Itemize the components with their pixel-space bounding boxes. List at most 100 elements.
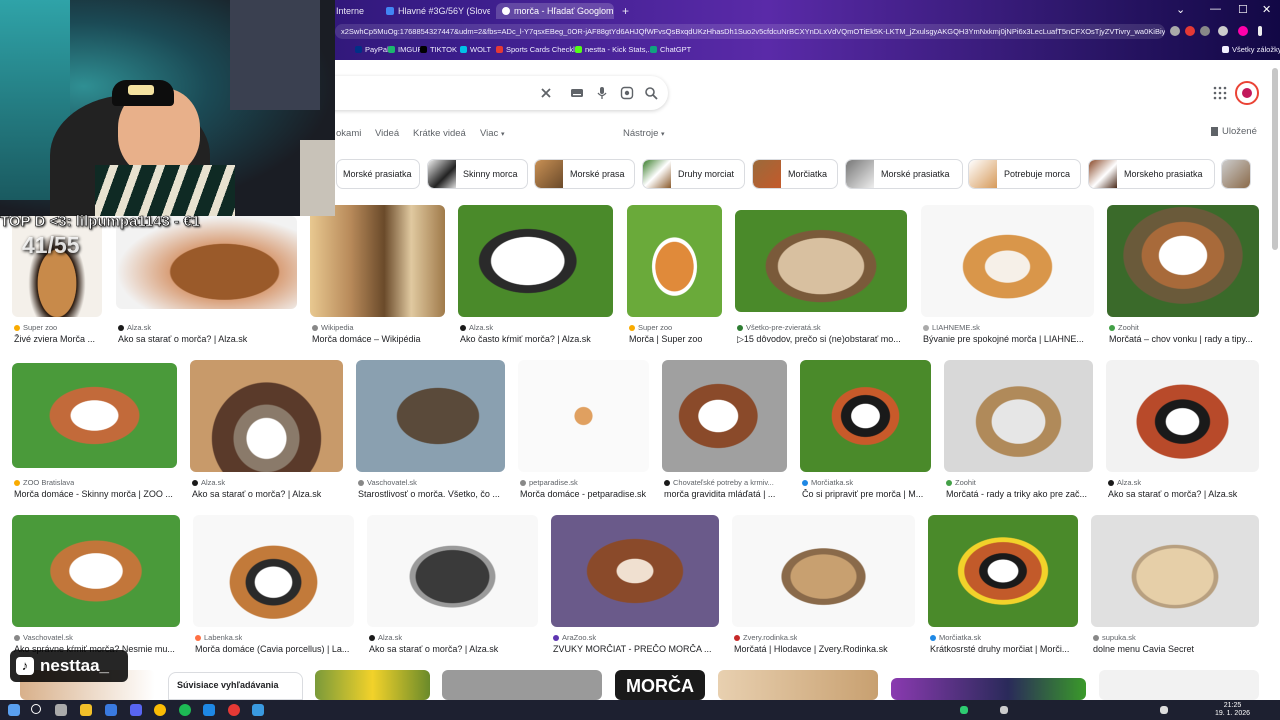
result-title[interactable]: Morča domáce (Cavia porcellus) | La... xyxy=(195,644,355,654)
result-image[interactable] xyxy=(1107,205,1259,317)
tab-more[interactable]: Viac ▾ xyxy=(480,128,504,139)
result-image[interactable] xyxy=(193,515,354,627)
result-image[interactable] xyxy=(944,360,1093,472)
result-source[interactable]: Alza.sk xyxy=(369,633,402,642)
chip-2[interactable]: Morské prasa xyxy=(534,159,635,189)
result-title[interactable]: Morčatá – chov vonku | rady a tipy... xyxy=(1109,334,1259,344)
result-title[interactable]: Morča | Super zoo xyxy=(629,334,724,344)
result-source[interactable]: Alza.sk xyxy=(460,323,493,332)
tab-1[interactable]: Interne xyxy=(330,3,375,19)
result-source[interactable]: Alza.sk xyxy=(192,478,225,487)
result-source[interactable]: Chovateľské potreby a krmiv... xyxy=(664,478,774,487)
result-source[interactable]: Super zoo xyxy=(14,323,57,332)
tab-videos[interactable]: Videá xyxy=(375,128,399,139)
result-source[interactable]: Zoohit xyxy=(946,478,976,487)
result-image[interactable] xyxy=(732,515,915,627)
result-image[interactable] xyxy=(442,670,602,700)
result-title[interactable]: Morča domáce – Wikipédia xyxy=(312,334,447,344)
profile-avatar[interactable] xyxy=(1238,26,1248,36)
obs-icon[interactable] xyxy=(228,704,240,716)
result-title[interactable]: ▷15 dôvodov, prečo si (ne)obstarať mo... xyxy=(737,334,909,345)
menu-icon[interactable] xyxy=(1258,26,1262,36)
result-image[interactable] xyxy=(662,360,787,472)
result-title[interactable]: Čo si pripraviť pre morča | M... xyxy=(802,489,933,499)
search-input[interactable] xyxy=(330,76,668,110)
result-title[interactable]: morča gravidita mláďatá | ... xyxy=(664,489,789,499)
result-source[interactable]: Labenka.sk xyxy=(195,633,242,642)
result-title[interactable]: Morča domáce - petparadise.sk xyxy=(520,489,651,499)
chip-8[interactable] xyxy=(1221,159,1251,189)
result-title[interactable]: Krátkosrsté druhy morčiat | Morči... xyxy=(930,644,1078,654)
microphone-icon[interactable] xyxy=(595,86,609,100)
result-image[interactable] xyxy=(718,670,878,700)
result-title[interactable]: Živé zviera Morča ... xyxy=(14,334,104,344)
clear-icon[interactable] xyxy=(539,86,553,100)
result-source[interactable]: Morčiatka.sk xyxy=(930,633,981,642)
result-title[interactable]: Morčatá - rady a triky ako pre zač... xyxy=(946,489,1095,499)
search-icon[interactable] xyxy=(644,86,658,100)
windows-start-icon[interactable] xyxy=(8,704,20,716)
result-source[interactable]: ZOO Bratislava xyxy=(14,478,74,487)
result-title[interactable]: dolne menu Cavia Secret xyxy=(1093,644,1259,654)
search-icon[interactable] xyxy=(31,704,41,714)
steam-icon[interactable] xyxy=(252,704,264,716)
result-image[interactable] xyxy=(1091,515,1259,627)
result-title[interactable]: Morča domáce - Skinny morča | ZOO ... xyxy=(14,489,179,499)
result-image[interactable] xyxy=(12,363,177,468)
result-image[interactable] xyxy=(891,678,1086,700)
bookmark-imgur[interactable]: IMGUR xyxy=(388,45,423,54)
result-title[interactable]: Ako sa starať o morča? | Alza.sk xyxy=(1108,489,1258,499)
result-title[interactable]: Morčatá | Hlodavce | Zvery.Rodinka.sk xyxy=(734,644,914,654)
account-avatar[interactable] xyxy=(1235,81,1259,105)
camera-search-icon[interactable] xyxy=(620,86,634,100)
chip-3[interactable]: Druhy morciat xyxy=(642,159,745,189)
spotify-icon[interactable] xyxy=(179,704,191,716)
chrome-icon[interactable] xyxy=(154,704,166,716)
tab-search-icon[interactable]: ⌄ xyxy=(1176,3,1185,16)
bookmark-wolt[interactable]: WOLT xyxy=(460,45,491,54)
result-source[interactable]: Alza.sk xyxy=(118,323,151,332)
result-title[interactable]: Ako sa starať o morča? | Alza.sk xyxy=(192,489,345,499)
result-image[interactable] xyxy=(1106,360,1259,472)
bookmark-paypal[interactable]: PayPal xyxy=(355,45,389,54)
result-image[interactable] xyxy=(458,205,613,317)
tools-button[interactable]: Nástroje ▾ xyxy=(623,128,665,139)
chip-6[interactable]: Potrebuje morca xyxy=(968,159,1081,189)
result-source[interactable]: Zvery.rodinka.sk xyxy=(734,633,797,642)
extension-icon[interactable] xyxy=(1200,26,1210,36)
tray-icon[interactable] xyxy=(1000,706,1008,714)
result-image[interactable] xyxy=(627,205,722,317)
bookmark-chatgpt[interactable]: ChatGPT xyxy=(650,45,691,54)
maximize-icon[interactable]: ☐ xyxy=(1238,3,1248,16)
result-image[interactable] xyxy=(921,205,1094,317)
result-source[interactable]: Vaschovatel.sk xyxy=(358,478,417,487)
keyboard-icon[interactable] xyxy=(570,86,584,100)
bookmark-kick-stats[interactable]: nestta - Kick Stats,... xyxy=(575,45,654,54)
chip-5[interactable]: Morské prasiatka xyxy=(845,159,963,189)
result-source[interactable]: Vaschovatel.sk xyxy=(14,633,73,642)
result-image[interactable] xyxy=(735,210,907,312)
file-explorer-icon[interactable] xyxy=(80,704,92,716)
extension-icon[interactable] xyxy=(1185,26,1195,36)
extension-icon[interactable] xyxy=(1170,26,1180,36)
app-icon[interactable] xyxy=(203,704,215,716)
new-tab-button[interactable]: + xyxy=(616,3,630,19)
chip-7[interactable]: Morskeho prasiatka xyxy=(1088,159,1215,189)
result-title[interactable]: Ako sa starať o morča? | Alza.sk xyxy=(118,334,298,344)
result-image[interactable] xyxy=(315,670,430,700)
result-image[interactable] xyxy=(367,515,538,627)
tab-images[interactable]: okami xyxy=(336,128,361,139)
close-window-icon[interactable]: ✕ xyxy=(1262,3,1271,16)
result-title[interactable]: Ako sa starať o morča? | Alza.sk xyxy=(369,644,539,654)
chip-4[interactable]: Morčiatka xyxy=(752,159,838,189)
result-source[interactable]: AraZoo.sk xyxy=(553,633,596,642)
apps-grid-icon[interactable] xyxy=(1213,86,1227,100)
chip-1[interactable]: Skinny morca xyxy=(427,159,528,189)
result-title[interactable]: ZVUKY MORČIAT - PREČO MORČA ... xyxy=(553,644,719,654)
related-searches-card[interactable]: Súvisiace vyhľadávania xyxy=(168,672,303,700)
result-image[interactable] xyxy=(551,515,719,627)
task-view-icon[interactable] xyxy=(55,704,67,716)
result-image[interactable] xyxy=(190,360,343,472)
minimize-icon[interactable]: — xyxy=(1210,3,1221,15)
result-source[interactable]: supuka.sk xyxy=(1093,633,1136,642)
